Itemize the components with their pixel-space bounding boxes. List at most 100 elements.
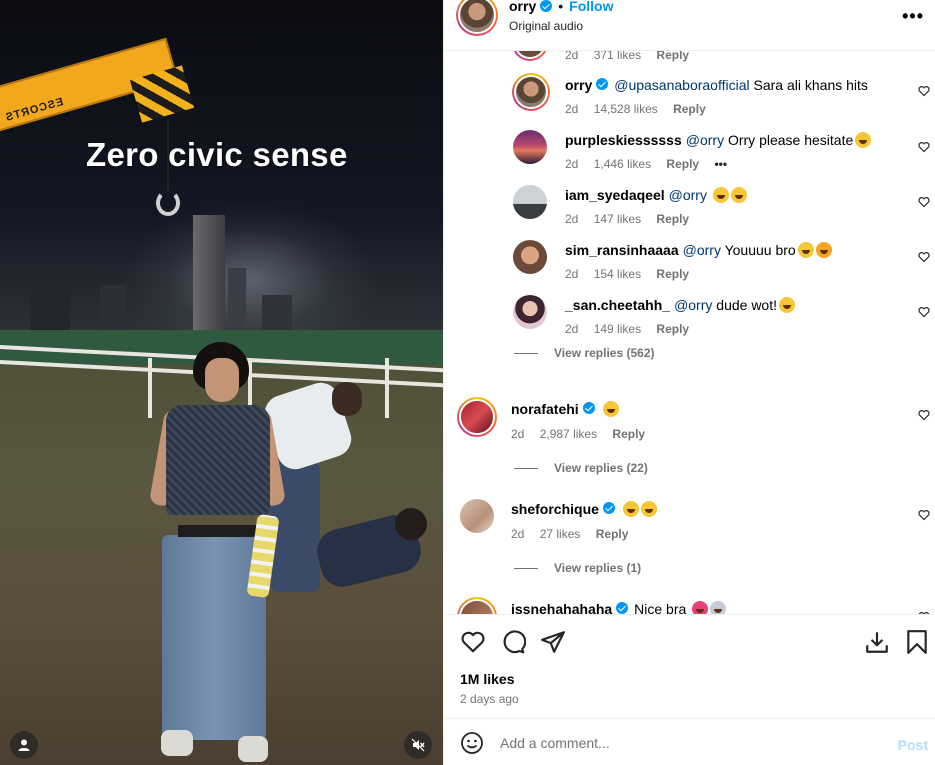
post-side-panel: orry • Follow Original audio ••• 2d 371 … bbox=[443, 0, 935, 765]
reel-video[interactable]: ESCORTS Zero civic sense bbox=[0, 0, 443, 765]
view-replies-button[interactable]: View replies (1) bbox=[514, 561, 641, 575]
person-standing bbox=[238, 736, 268, 762]
comment-text: norafatehi bbox=[511, 401, 619, 417]
kiss-emoji-icon bbox=[815, 242, 832, 258]
reply-button[interactable]: Reply bbox=[656, 322, 689, 336]
comment-username[interactable]: sim_ransinhaaaa bbox=[565, 242, 679, 258]
post-actions: 1M likes 2 days ago bbox=[444, 614, 935, 718]
comments-list[interactable]: 2d 371 likes Reply orry @upasanaboraoffic… bbox=[444, 51, 935, 614]
author-username[interactable]: orry bbox=[509, 0, 536, 14]
comment-username[interactable]: orry bbox=[565, 77, 592, 93]
heart-icon[interactable] bbox=[918, 306, 930, 318]
comment-likes[interactable]: 1,446 likes bbox=[594, 157, 651, 171]
comment: issnehahahaha Nice bra bbox=[444, 595, 935, 614]
view-replies-label: View replies (562) bbox=[554, 346, 655, 360]
comment-time: 2d bbox=[565, 322, 579, 336]
heart-icon[interactable] bbox=[918, 251, 930, 263]
mute-button[interactable] bbox=[404, 731, 432, 759]
laughing-emoji-icon bbox=[712, 187, 729, 203]
mute-icon bbox=[411, 738, 425, 752]
comment-meta: 2d 154 likes Reply bbox=[565, 267, 701, 281]
view-replies-label: View replies (22) bbox=[554, 461, 648, 475]
comment-username[interactable]: iam_syedaqeel bbox=[565, 187, 665, 203]
mention-link[interactable]: @orry bbox=[674, 297, 712, 313]
comment-likes[interactable]: 27 likes bbox=[540, 527, 581, 541]
avatar[interactable] bbox=[460, 499, 494, 533]
comment-body: dude wot! bbox=[716, 297, 777, 313]
avatar[interactable] bbox=[513, 130, 547, 164]
heart-icon[interactable] bbox=[918, 409, 930, 421]
more-options-icon[interactable]: ••• bbox=[714, 157, 727, 171]
comment-likes[interactable]: 149 likes bbox=[594, 322, 641, 336]
follow-button[interactable]: Follow bbox=[569, 0, 613, 14]
mention-link[interactable]: @orry bbox=[669, 187, 707, 203]
heart-icon[interactable] bbox=[918, 141, 930, 153]
mention-link[interactable]: @upasanaboraofficial bbox=[614, 77, 749, 93]
likes-count[interactable]: 1M likes bbox=[460, 671, 514, 687]
comment: norafatehi 2d 2,987 likes Reply bbox=[444, 395, 935, 445]
comment-likes[interactable]: 147 likes bbox=[594, 212, 641, 226]
download-icon[interactable] bbox=[864, 629, 890, 655]
comment-time: 2d bbox=[565, 267, 579, 281]
comment-text: _san.cheetahh_ @orry dude wot! bbox=[565, 297, 795, 313]
share-icon[interactable] bbox=[540, 629, 566, 655]
heart-icon[interactable] bbox=[460, 629, 486, 655]
comment-username[interactable]: purpleskiessssss bbox=[565, 132, 682, 148]
reply-button[interactable]: Reply bbox=[656, 51, 689, 62]
comment-meta: 2d 371 likes Reply bbox=[565, 51, 701, 62]
reply-button[interactable]: Reply bbox=[656, 267, 689, 281]
reply-button[interactable]: Reply bbox=[673, 102, 706, 116]
avatar[interactable] bbox=[513, 240, 547, 274]
heart-icon[interactable] bbox=[918, 509, 930, 521]
reply-button[interactable]: Reply bbox=[612, 427, 645, 441]
comment: 2d 371 likes Reply bbox=[444, 51, 935, 69]
comment-icon[interactable] bbox=[500, 629, 526, 655]
fence-post bbox=[385, 358, 389, 418]
comment-likes[interactable]: 2,987 likes bbox=[540, 427, 597, 441]
comment-likes[interactable]: 371 likes bbox=[594, 51, 641, 62]
heart-icon[interactable] bbox=[918, 196, 930, 208]
author-row: orry • Follow bbox=[509, 0, 613, 14]
view-replies-button[interactable]: View replies (562) bbox=[514, 346, 655, 360]
comment-likes[interactable]: 14,528 likes bbox=[594, 102, 658, 116]
avatar[interactable] bbox=[512, 51, 548, 61]
post-time: 2 days ago bbox=[460, 692, 519, 706]
emoji-icon[interactable] bbox=[460, 731, 484, 755]
comment-username[interactable]: _san.cheetahh_ bbox=[565, 297, 670, 313]
comment-username[interactable]: issnehahahaha bbox=[511, 601, 612, 614]
avatar[interactable] bbox=[513, 185, 547, 219]
tagged-user-button[interactable] bbox=[10, 731, 38, 759]
avatar[interactable] bbox=[512, 73, 550, 111]
laughing-emoji-icon bbox=[602, 401, 619, 417]
comment-username[interactable]: sheforchique bbox=[511, 501, 599, 517]
comment-likes[interactable]: 154 likes bbox=[594, 267, 641, 281]
verified-icon bbox=[596, 78, 609, 90]
avatar[interactable] bbox=[456, 0, 498, 36]
comment-input[interactable] bbox=[500, 731, 860, 755]
comment-meta: 2d 2,987 likes Reply bbox=[511, 427, 657, 441]
comment-meta: 2d 27 likes Reply bbox=[511, 527, 640, 541]
avatar[interactable] bbox=[513, 295, 547, 329]
view-replies-label: View replies (1) bbox=[554, 561, 642, 575]
person-standing bbox=[178, 525, 260, 537]
avatar[interactable] bbox=[457, 397, 497, 437]
heart-icon[interactable] bbox=[918, 85, 930, 97]
reply-button[interactable]: Reply bbox=[656, 212, 689, 226]
reply-button[interactable]: Reply bbox=[596, 527, 629, 541]
bow-emoji-icon bbox=[692, 601, 709, 614]
audio-link[interactable]: Original audio bbox=[509, 19, 583, 33]
person-lying bbox=[395, 508, 427, 540]
comment-text: issnehahahaha Nice bra bbox=[511, 601, 727, 614]
comment-text: orry @upasanaboraofficial Sara ali khans … bbox=[565, 77, 868, 93]
post-button[interactable]: Post bbox=[898, 737, 928, 753]
view-replies-button[interactable]: View replies (22) bbox=[514, 461, 648, 475]
bookmark-icon[interactable] bbox=[904, 629, 930, 655]
mention-link[interactable]: @orry bbox=[686, 132, 724, 148]
comment-meta: 2d 1,446 likes Reply ••• bbox=[565, 157, 739, 171]
reply-button[interactable]: Reply bbox=[666, 157, 699, 171]
mention-link[interactable]: @orry bbox=[683, 242, 721, 258]
avatar[interactable] bbox=[457, 597, 497, 614]
more-options-icon[interactable]: ••• bbox=[902, 6, 924, 27]
user-icon bbox=[18, 739, 30, 751]
comment-username[interactable]: norafatehi bbox=[511, 401, 579, 417]
